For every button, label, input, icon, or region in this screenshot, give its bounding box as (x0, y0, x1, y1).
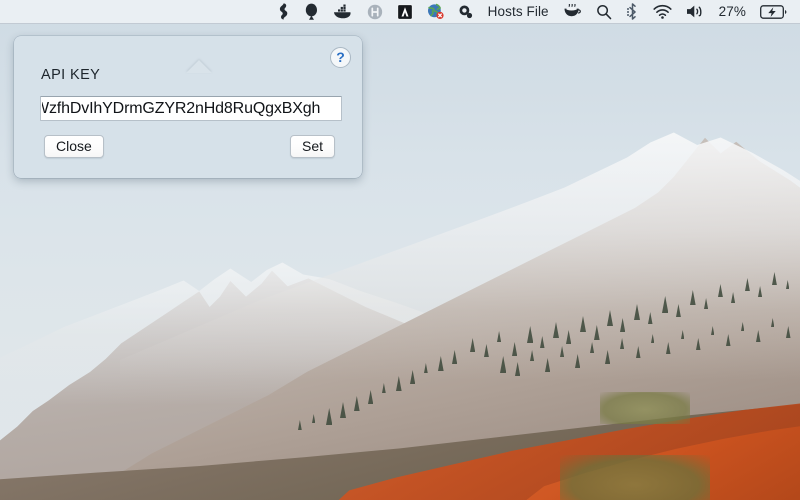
api-key-input[interactable] (40, 96, 342, 121)
battery-percent-label: 27% (718, 4, 746, 19)
battery-percent[interactable]: 27% (712, 1, 753, 23)
wallpaper-green-brush (560, 455, 710, 500)
balloon-icon[interactable] (297, 1, 326, 23)
wifi-icon (653, 4, 672, 19)
help-button[interactable]: ? (330, 47, 351, 68)
api-key-label: API KEY (41, 67, 101, 83)
search-icon-icon (596, 4, 612, 20)
globe-offline-icon[interactable] (420, 1, 451, 23)
hosts-file-status-icon[interactable] (451, 1, 481, 23)
docker-whale-icon (333, 4, 353, 19)
nj-shape-icon (277, 3, 290, 20)
homebrew-icon[interactable] (360, 1, 390, 23)
hosts-file-menu-label: Hosts File (487, 4, 549, 19)
docker-icon[interactable] (326, 1, 360, 23)
menu-bar: Hosts File 27% (0, 0, 800, 24)
bluetooth-icon (626, 3, 639, 20)
a-box-icon (396, 3, 413, 20)
caffeine-icon[interactable] (556, 1, 589, 23)
close-button[interactable]: Close (44, 135, 104, 158)
bluetooth-icon[interactable] (619, 1, 646, 23)
battery-icon[interactable] (753, 1, 794, 23)
api-key-popover: ? API KEY Close Set (14, 36, 362, 178)
wallpaper-green-brush-2 (600, 392, 690, 424)
hosts-file-menu[interactable]: Hosts File (481, 1, 556, 23)
magnifier-dot-icon (458, 4, 474, 20)
volume-icon[interactable] (679, 1, 712, 23)
set-button[interactable]: Set (289, 135, 335, 158)
globe-error-icon (427, 3, 444, 20)
alfred-icon[interactable] (390, 1, 420, 23)
balloon-icon (304, 3, 319, 20)
desktop-screen: Hosts File 27% ? API KEY Close Set (0, 0, 800, 500)
new-jersey-icon[interactable] (270, 1, 297, 23)
speaker-icon (686, 4, 705, 19)
h-circle-icon (367, 4, 383, 20)
popover-arrow (186, 60, 212, 73)
battery-charging-icon (760, 4, 787, 19)
spotlight-icon[interactable] (589, 1, 619, 23)
wifi-icon[interactable] (646, 1, 679, 23)
coffee-cup-icon (563, 4, 582, 19)
